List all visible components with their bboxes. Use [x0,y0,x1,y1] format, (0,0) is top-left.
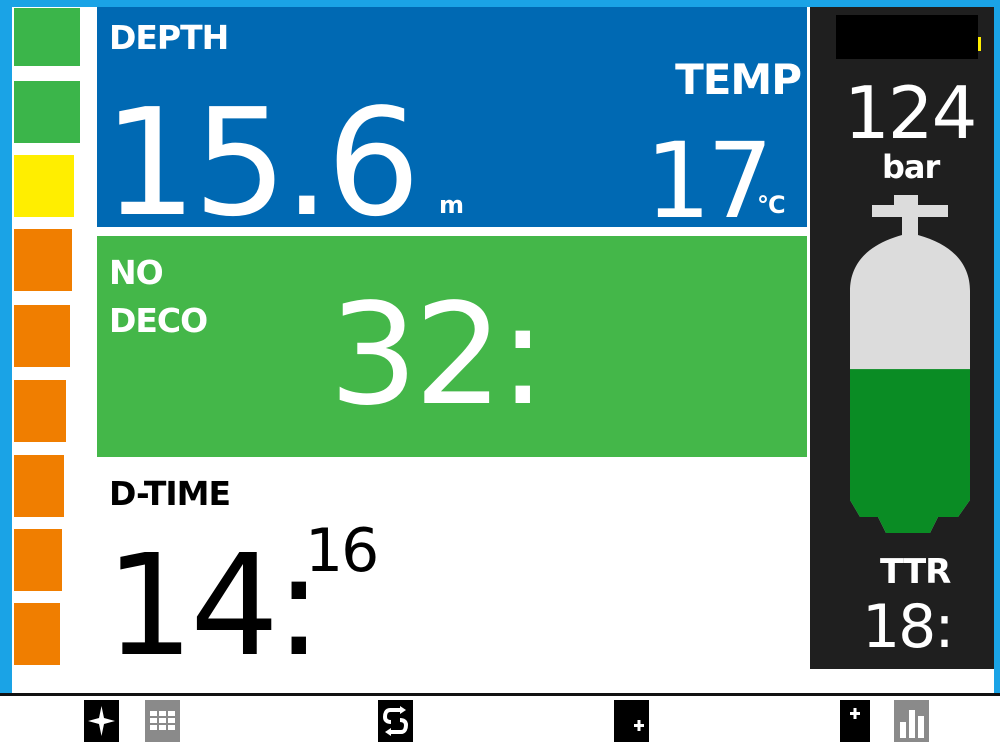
ascent-segment [14,455,64,517]
status-strip [836,15,978,59]
status-strip-marker [978,37,981,51]
compass-icon[interactable] [84,700,119,742]
chart-icon[interactable] [894,700,929,742]
ascent-segment [14,380,66,442]
ndl-value: 32: [329,274,546,437]
ascent-segment [14,529,62,591]
tank-pressure: 124 [844,71,977,155]
depth-value: 15.6 [103,77,421,249]
temp-label: TEMP [675,55,802,104]
frame-left [0,0,12,693]
ndl-panel: NO DECO 32: [97,236,807,457]
temp-unit: °C [757,191,786,219]
depth-label: DEPTH [109,18,229,57]
tank-pressure-unit: bar [882,148,940,186]
dive-time-seconds: 16 [305,516,379,586]
plus-chart-icon[interactable] [840,700,870,742]
ascent-segment [14,229,72,291]
depth-panel: DEPTH 15.6 m TEMP 17 °C [97,7,807,237]
frame-top [0,0,1000,7]
ascent-segment [14,305,70,367]
tank-icon [850,195,970,533]
dive-time-label: D-TIME [109,474,231,513]
ascent-segment [14,603,60,665]
plus-icon[interactable] [614,700,649,742]
ascent-segment [14,155,74,217]
ttr-value: 18: [862,592,955,662]
tank-gas-level [850,369,970,533]
tank-panel: 124 bar TTR 18: [810,7,994,669]
ascent-segment [14,8,80,66]
depth-unit: m [439,191,464,219]
frame-right [994,0,1000,693]
dive-time-minutes: 14: [105,525,322,688]
ascent-segment [14,81,80,143]
grid-icon[interactable] [145,700,180,742]
dive-time-panel: D-TIME 14: 16 [97,457,807,693]
swap-icon[interactable] [378,700,413,742]
ascent-rate-bar [12,7,97,693]
ndl-label-deco: DECO [109,301,208,340]
ttr-label: TTR [880,552,951,592]
temp-value: 17 [645,120,773,242]
ndl-label-no: NO [109,253,164,292]
